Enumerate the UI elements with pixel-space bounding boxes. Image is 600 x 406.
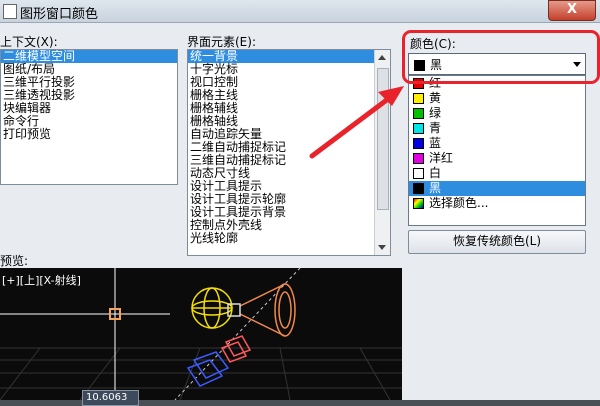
window-title: 图形窗口颜色 [20,7,99,22]
multicolor-icon [413,198,424,209]
coordinate-readout: 10.6063 [82,390,139,406]
wire-sphere [191,287,233,329]
color-option-label: 选择颜色... [429,196,489,210]
wire-box-red [220,335,252,363]
context-listbox[interactable]: 二维模型空间 图纸/布局 三维平行投影 三维透视投影 块编辑器 命令行 打印预览 [0,49,178,185]
color-swatch-icon [413,93,424,104]
color-option-label: 绿 [429,106,442,120]
color-swatch-icon [413,183,424,194]
interface-element-list-item[interactable]: 光线轮廓 [188,232,390,245]
ground-grid [0,347,402,400]
color-option[interactable]: 选择颜色... [409,196,585,211]
color-option-label: 洋红 [429,151,454,165]
wire-box-blue [186,351,230,387]
color-option[interactable]: 洋红 [409,151,585,166]
color-option-label: 黑 [429,181,442,195]
color-swatch-icon [413,123,424,134]
scroll-down-icon[interactable] [378,245,386,250]
color-option[interactable]: 蓝 [409,136,585,151]
highlight-box [402,30,600,84]
elements-scrollbar[interactable] [374,50,390,255]
color-option[interactable]: 青 [409,121,585,136]
color-option-label: 黄 [429,91,442,105]
color-dropdown-list[interactable]: 红黄绿青蓝洋红白黑选择颜色... [408,75,586,226]
context-list-item[interactable]: 打印预览 [1,128,177,141]
wire-cone [227,283,296,337]
preview-label: 预览: [0,254,29,268]
scroll-thumb[interactable] [377,68,389,210]
preview-scene [0,268,402,400]
close-icon: X [566,2,578,17]
interface-elements-label: 界面元素(E): [187,35,256,49]
context-label: 上下文(X): [0,35,58,49]
color-option[interactable]: 绿 [409,106,585,121]
interface-elements-listbox[interactable]: 统一背景 十字光标 视口控制 栅格主线 栅格辅线 栅格轴线 自动追踪矢量 二维自动捕捉标记 三维… [187,49,391,256]
color-option[interactable]: 白 [409,166,585,181]
color-swatch-icon [413,168,424,179]
title-bar[interactable]: 图形窗口颜色 X [0,0,600,23]
close-button[interactable]: X [548,0,596,21]
color-option[interactable]: 黄 [409,91,585,106]
color-swatch-icon [413,153,424,164]
window-icon [3,4,17,19]
color-option[interactable]: 黑 [409,181,585,196]
preview-viewport: [+][上][X-射线] [0,268,402,400]
color-option-label: 白 [429,166,442,180]
graphics-window-color-dialog: 图形窗口颜色 X 上下文(X): 二维模型空间 图纸/布局 三维平行投影 三维透视投影… [0,0,600,406]
color-option-label: 蓝 [429,136,442,150]
color-option-label: 青 [429,121,442,135]
color-swatch-icon [413,108,424,119]
scroll-up-icon[interactable] [378,55,386,60]
restore-classic-colors-button[interactable]: 恢复传统颜色(L) [408,230,586,254]
color-swatch-icon [413,138,424,149]
